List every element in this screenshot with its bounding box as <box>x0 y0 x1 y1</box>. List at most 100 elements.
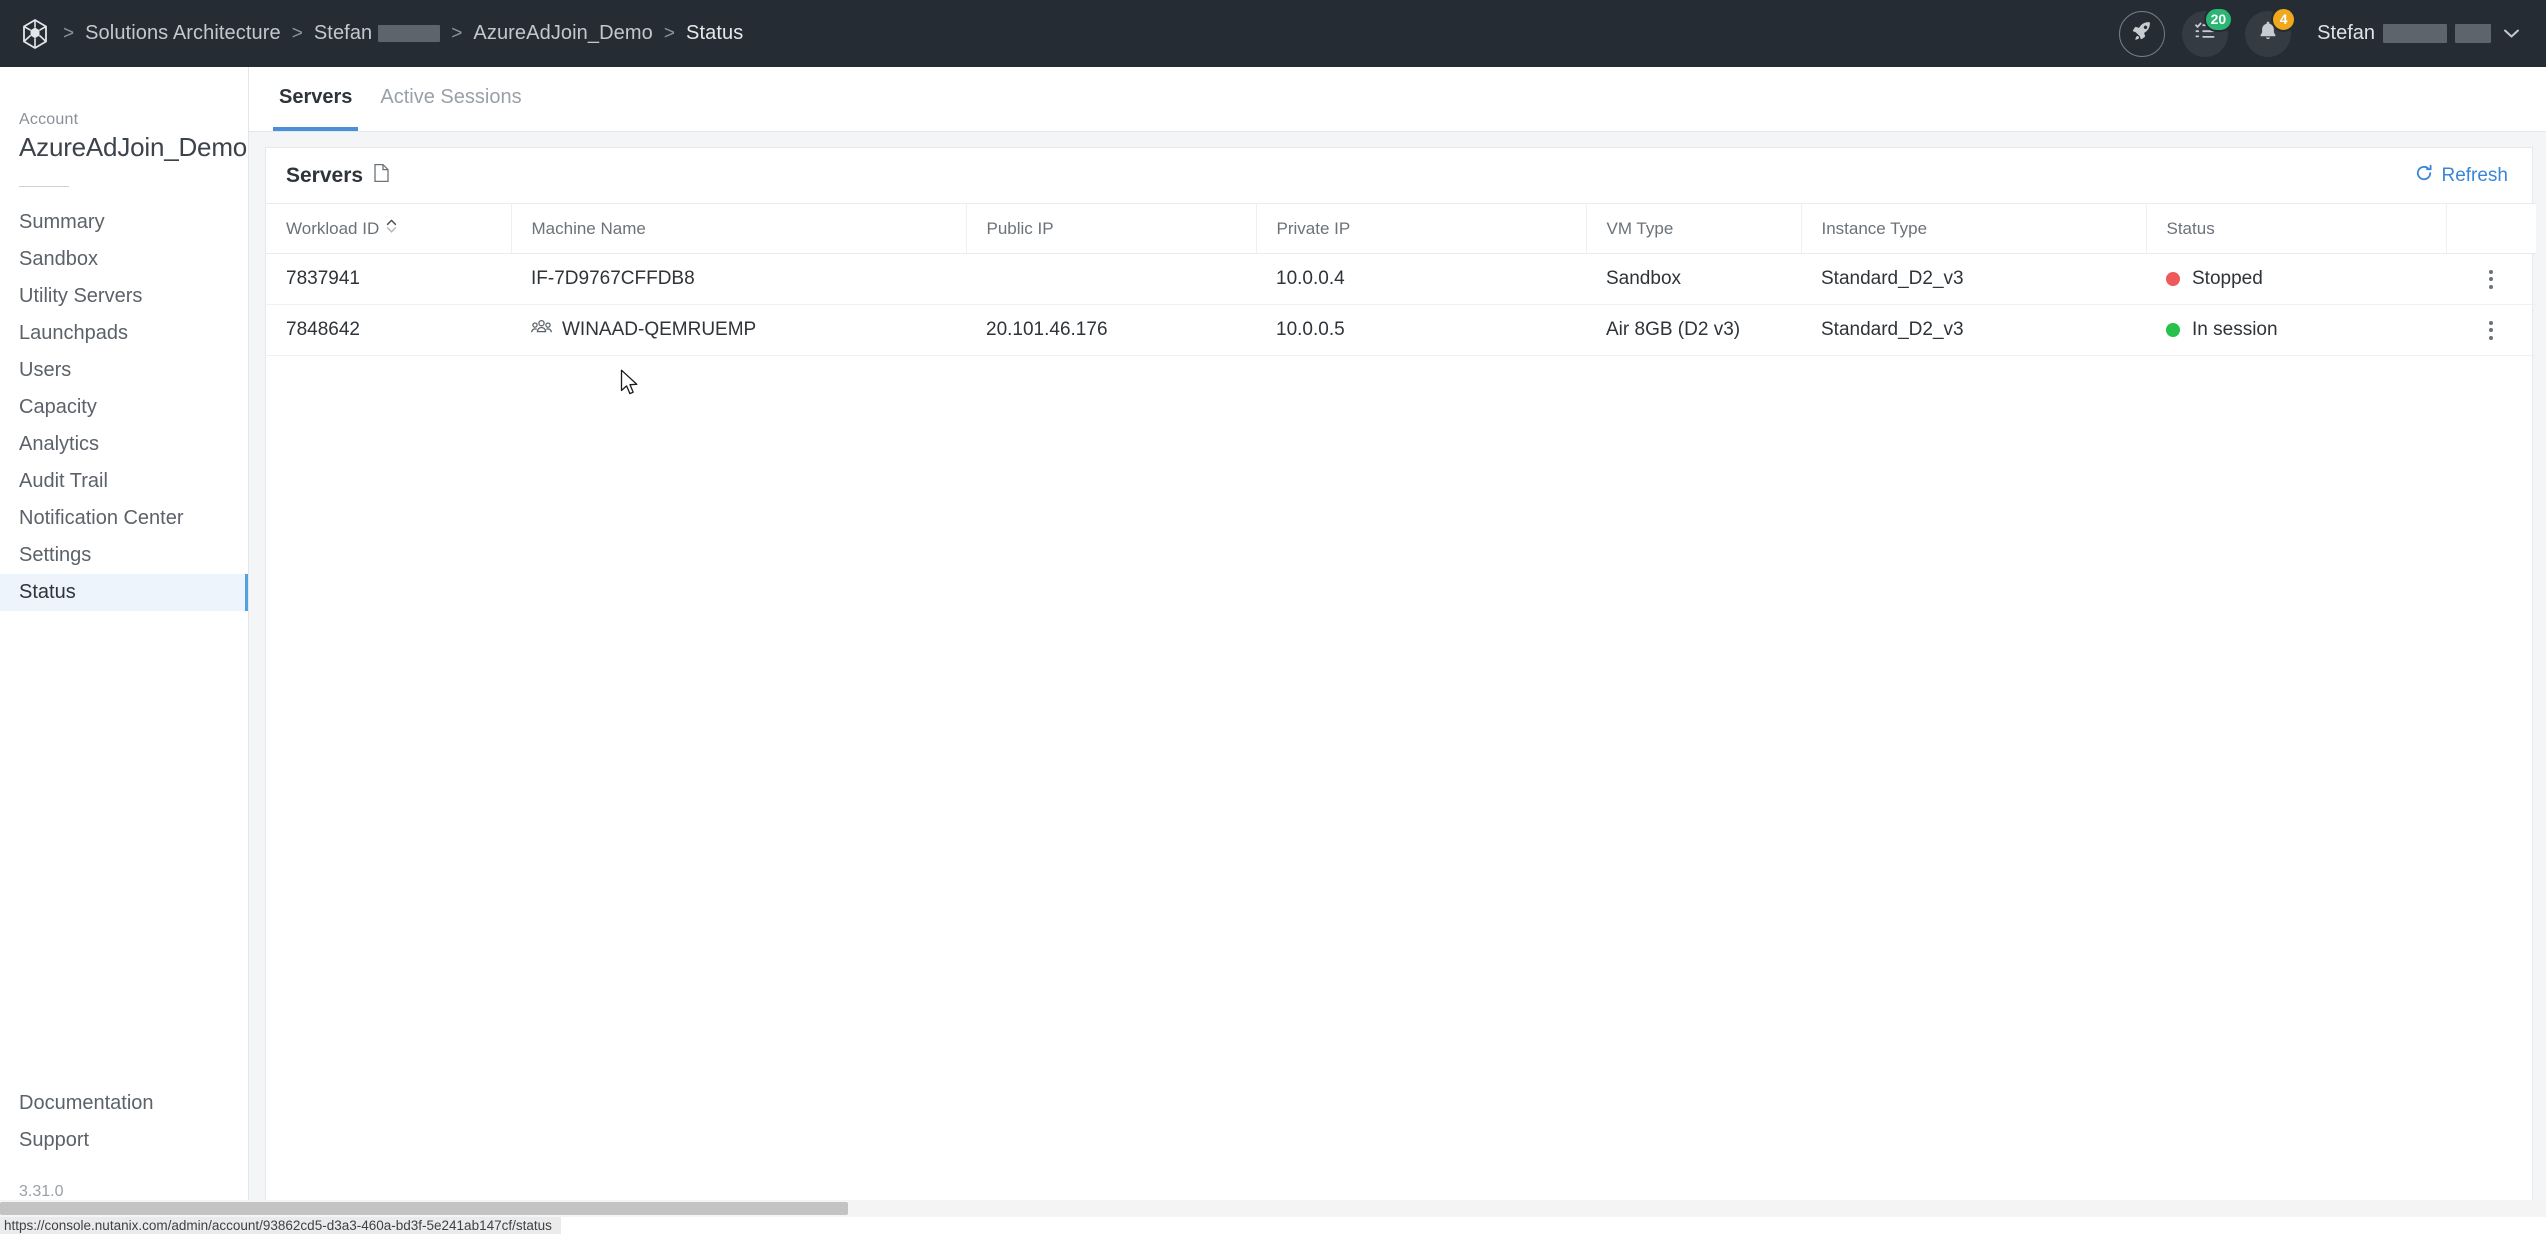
users-group-icon <box>531 318 552 342</box>
cell-public-ip: 20.101.46.176 <box>966 305 1256 356</box>
cell-vm-type: Air 8GB (D2 v3) <box>1586 305 1801 356</box>
top-bar-actions: 20 4 Stefan <box>2102 11 2546 57</box>
column-header-actions <box>2446 204 2536 254</box>
sidebar-item-users[interactable]: Users <box>0 352 248 389</box>
redaction-block <box>378 25 440 42</box>
sidebar-item-summary[interactable]: Summary <box>0 204 248 241</box>
sidebar-item-support[interactable]: Support <box>0 1122 248 1159</box>
column-label: VM Type <box>1607 219 1674 238</box>
column-label: Instance Type <box>1822 219 1928 238</box>
redaction-block <box>2383 24 2447 43</box>
status-url: https://console.nutanix.com/admin/accoun… <box>0 1217 561 1234</box>
tasks-button[interactable]: 20 <box>2182 11 2228 57</box>
top-bar: > Solutions Architecture > Stefan > Azur… <box>0 0 2546 67</box>
column-label: Machine Name <box>532 219 646 238</box>
breadcrumb-separator-3: > <box>664 24 675 43</box>
sidebar-item-label: Users <box>19 359 71 382</box>
cell-machine-name: IF-7D9767CFFDB8 <box>511 254 966 305</box>
sidebar-item-label: Launchpads <box>19 322 128 345</box>
refresh-button[interactable]: Refresh <box>2415 164 2508 188</box>
sidebar-item-documentation[interactable]: Documentation <box>0 1085 248 1122</box>
column-header-status[interactable]: Status <box>2146 204 2446 254</box>
kebab-menu-icon[interactable] <box>2489 321 2493 340</box>
kebab-menu-icon[interactable] <box>2489 270 2493 289</box>
horizontal-scrollbar[interactable] <box>0 1200 2546 1217</box>
column-header-vm-type[interactable]: VM Type <box>1586 204 1801 254</box>
browser-status-bar: https://console.nutanix.com/admin/accoun… <box>0 1217 2546 1234</box>
status-badge: Stopped <box>2192 268 2263 290</box>
sidebar-item-audit-trail[interactable]: Audit Trail <box>0 463 248 500</box>
cell-vm-type: Sandbox <box>1586 254 1801 305</box>
table-body: 7837941 IF-7D9767CFFDB8 10.0.0.4 Sandbox… <box>266 254 2536 356</box>
app-version: 3.31.0 <box>19 1183 63 1201</box>
sidebar-item-launchpads[interactable]: Launchpads <box>0 315 248 352</box>
breadcrumb-item-azureadjoin-demo[interactable]: AzureAdJoin_Demo <box>473 22 652 45</box>
status-badge: In session <box>2192 319 2278 341</box>
sidebar-item-notification-center[interactable]: Notification Center <box>0 500 248 537</box>
notifications-button[interactable]: 4 <box>2245 11 2291 57</box>
refresh-icon <box>2415 164 2433 188</box>
sidebar-item-status[interactable]: Status <box>0 574 248 611</box>
sidebar-item-settings[interactable]: Settings <box>0 537 248 574</box>
sidebar-item-label: Support <box>19 1129 89 1152</box>
sidebar-item-sandbox[interactable]: Sandbox <box>0 241 248 278</box>
table-row[interactable]: 7848642 <box>266 305 2536 356</box>
notifications-badge: 4 <box>2271 7 2296 32</box>
sidebar-item-label: Notification Center <box>19 507 184 530</box>
sidebar-item-utility-servers[interactable]: Utility Servers <box>0 278 248 315</box>
breadcrumb-item-stefan[interactable]: Stefan <box>314 22 440 45</box>
cell-private-ip: 10.0.0.4 <box>1256 254 1586 305</box>
column-header-instance-type[interactable]: Instance Type <box>1801 204 2146 254</box>
table-header-row: Workload ID Machine Name Public IP Priva… <box>266 204 2536 254</box>
sidebar-item-label: Settings <box>19 544 91 567</box>
sort-arrows-icon[interactable] <box>386 218 397 239</box>
user-menu[interactable]: Stefan <box>2317 22 2520 45</box>
column-header-workload-id[interactable]: Workload ID <box>266 204 511 254</box>
column-header-machine-name[interactable]: Machine Name <box>511 204 966 254</box>
sidebar-item-capacity[interactable]: Capacity <box>0 389 248 426</box>
sidebar-footer: Documentation Support <box>0 1085 248 1159</box>
sidebar-item-analytics[interactable]: Analytics <box>0 426 248 463</box>
rocket-icon <box>2130 19 2154 48</box>
column-label: Status <box>2167 219 2215 238</box>
main-content: Servers Active Sessions Servers <box>249 67 2546 1217</box>
servers-table: Workload ID Machine Name Public IP Priva… <box>266 203 2536 356</box>
table-row[interactable]: 7837941 IF-7D9767CFFDB8 10.0.0.4 Sandbox… <box>266 254 2536 305</box>
cell-status: Stopped <box>2146 254 2446 305</box>
column-header-public-ip[interactable]: Public IP <box>966 204 1256 254</box>
sidebar-divider <box>19 186 69 187</box>
cell-public-ip <box>966 254 1256 305</box>
panel-title: Servers <box>286 163 390 189</box>
cell-workload-id: 7837941 <box>266 254 511 305</box>
sidebar-item-label: Summary <box>19 211 105 234</box>
breadcrumb-item-solutions-architecture[interactable]: Solutions Architecture <box>85 22 281 45</box>
column-header-private-ip[interactable]: Private IP <box>1256 204 1586 254</box>
rocket-button[interactable] <box>2119 11 2165 57</box>
scrollbar-thumb[interactable] <box>0 1202 848 1215</box>
cell-instance-type: Standard_D2_v3 <box>1801 254 2146 305</box>
breadcrumb-separator-0: > <box>63 24 74 43</box>
cell-machine-name: WINAAD-QEMRUEMP <box>511 305 966 356</box>
document-icon[interactable] <box>373 163 390 189</box>
status-dot-in-session <box>2166 323 2180 337</box>
sidebar-item-label: Sandbox <box>19 248 98 271</box>
breadcrumb: > Solutions Architecture > Stefan > Azur… <box>0 17 743 51</box>
nutanix-logo-icon[interactable] <box>18 17 52 51</box>
tab-active-sessions[interactable]: Active Sessions <box>366 67 535 131</box>
tab-bar: Servers Active Sessions <box>249 67 2546 132</box>
panel-title-label: Servers <box>286 164 363 188</box>
status-dot-stopped <box>2166 272 2180 286</box>
column-label: Public IP <box>987 219 1054 238</box>
chevron-down-icon <box>2503 24 2520 44</box>
account-name: AzureAdJoin_Demo <box>0 132 248 163</box>
tasks-badge: 20 <box>2204 7 2234 32</box>
cell-workload-id: 7848642 <box>266 305 511 356</box>
breadcrumb-item-status[interactable]: Status <box>686 22 743 45</box>
breadcrumb-separator-1: > <box>292 24 303 43</box>
column-label: Workload ID <box>286 219 379 239</box>
cell-private-ip: 10.0.0.5 <box>1256 305 1586 356</box>
cell-status: In session <box>2146 305 2446 356</box>
tab-servers[interactable]: Servers <box>265 67 366 131</box>
sidebar-item-label: Analytics <box>19 433 99 456</box>
servers-panel: Servers Refresh <box>265 147 2533 1203</box>
